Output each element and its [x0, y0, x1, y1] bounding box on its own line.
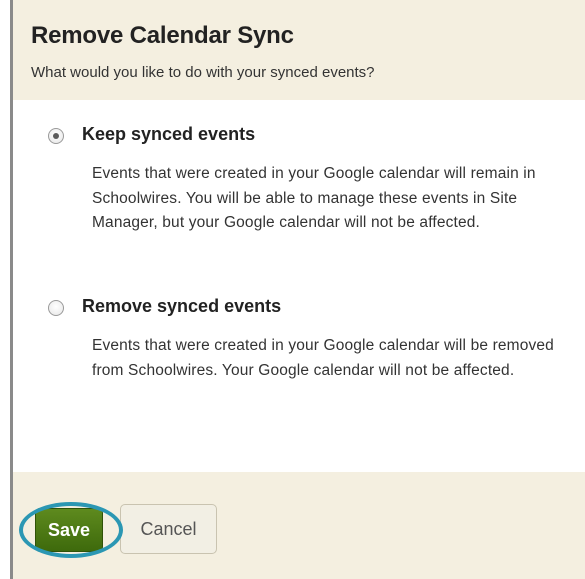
remove-synced-events-label[interactable]: Remove synced events: [82, 296, 281, 317]
remove-synced-events-description: Events that were created in your Google …: [92, 337, 554, 379]
cancel-button[interactable]: Cancel: [120, 504, 217, 554]
dialog-title: Remove Calendar Sync: [31, 22, 294, 49]
remove-calendar-sync-dialog: Remove Calendar Sync What would you like…: [10, 0, 585, 579]
dialog-subtitle: What would you like to do with your sync…: [31, 64, 375, 81]
remove-synced-events-radio[interactable]: [48, 300, 64, 316]
save-button[interactable]: Save: [35, 508, 103, 552]
keep-synced-events-label[interactable]: Keep synced events: [82, 124, 255, 145]
dialog-footer: Save Cancel: [13, 472, 585, 579]
keep-synced-events-radio[interactable]: [48, 128, 64, 144]
dialog-header: Remove Calendar Sync What would you like…: [13, 0, 585, 100]
keep-synced-events-description: Events that were created in your Google …: [92, 165, 536, 231]
